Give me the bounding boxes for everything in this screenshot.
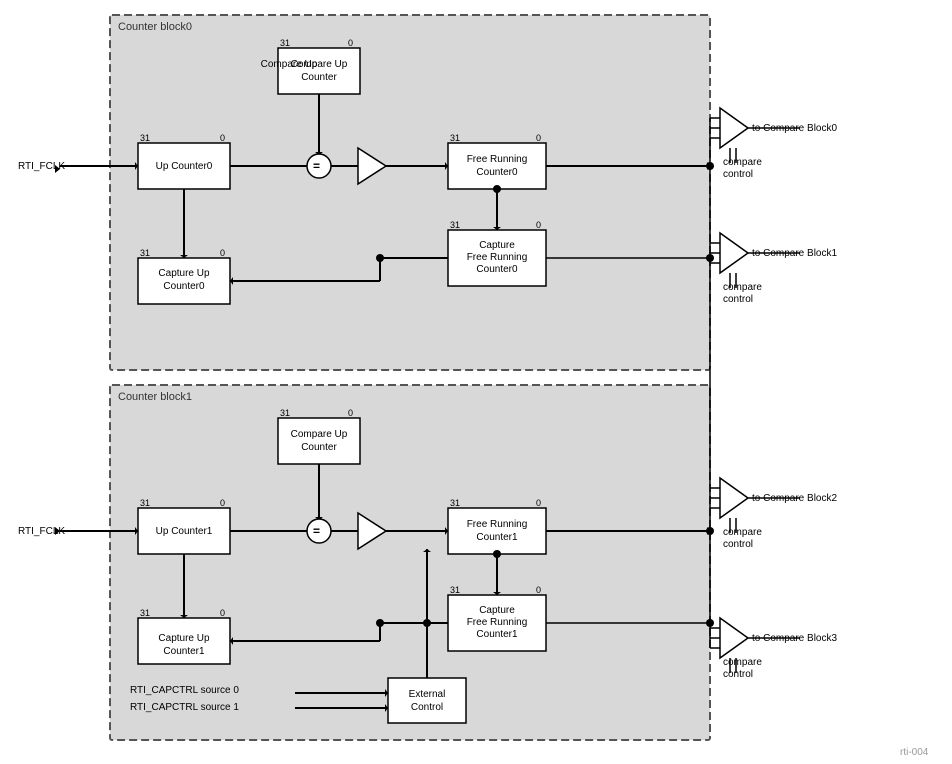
svg-text:0: 0 xyxy=(220,133,225,143)
svg-text:31: 31 xyxy=(280,408,290,418)
svg-text:Up Counter0: Up Counter0 xyxy=(156,161,213,172)
svg-text:control: control xyxy=(723,294,753,305)
svg-text:Free Running: Free Running xyxy=(467,252,528,263)
svg-text:Counter1: Counter1 xyxy=(163,646,205,657)
svg-text:Free Running: Free Running xyxy=(467,154,528,165)
svg-text:0: 0 xyxy=(536,498,541,508)
svg-text:Capture Up: Capture Up xyxy=(158,268,210,279)
svg-text:31: 31 xyxy=(450,133,460,143)
svg-text:0: 0 xyxy=(220,248,225,258)
svg-text:31: 31 xyxy=(450,220,460,230)
svg-text:Compare Up: Compare Up xyxy=(291,59,348,70)
svg-text:=: = xyxy=(313,524,320,538)
svg-text:Free Running: Free Running xyxy=(467,617,528,628)
svg-text:31: 31 xyxy=(140,248,150,258)
svg-text:Control: Control xyxy=(411,702,443,713)
svg-text:RTI_FCLK: RTI_FCLK xyxy=(18,161,65,172)
svg-text:Capture: Capture xyxy=(479,605,515,616)
svg-text:0: 0 xyxy=(536,585,541,595)
svg-text:control: control xyxy=(723,169,753,180)
svg-text:31: 31 xyxy=(140,133,150,143)
svg-text:0: 0 xyxy=(536,133,541,143)
svg-text:to Compare Block3: to Compare Block3 xyxy=(752,633,837,644)
svg-text:Counter0: Counter0 xyxy=(476,264,518,275)
svg-text:31: 31 xyxy=(280,38,290,48)
connections-svg: 31 0 31 0 31 0 31 0 31 0 = xyxy=(0,0,952,764)
svg-text:Counter1: Counter1 xyxy=(476,532,518,543)
svg-text:to Compare Block2: to Compare Block2 xyxy=(752,493,837,504)
svg-text:control: control xyxy=(723,539,753,550)
svg-text:Capture Up: Capture Up xyxy=(158,633,210,644)
svg-text:0: 0 xyxy=(220,498,225,508)
svg-text:Counter: Counter xyxy=(301,72,337,83)
svg-text:31: 31 xyxy=(140,498,150,508)
svg-text:Counter0: Counter0 xyxy=(163,281,205,292)
svg-text:31: 31 xyxy=(450,585,460,595)
svg-text:Counter: Counter xyxy=(301,442,337,453)
svg-text:control: control xyxy=(723,669,753,680)
svg-text:RTI_FCLK: RTI_FCLK xyxy=(18,526,65,537)
svg-text:External: External xyxy=(409,689,446,700)
svg-text:0: 0 xyxy=(220,608,225,618)
svg-text:RTI_CAPCTRL source 0: RTI_CAPCTRL source 0 xyxy=(130,685,239,696)
svg-text:Capture: Capture xyxy=(479,240,515,251)
svg-text:31: 31 xyxy=(450,498,460,508)
svg-text:0: 0 xyxy=(348,408,353,418)
svg-text:compare: compare xyxy=(723,157,762,168)
svg-text:Counter block1: Counter block1 xyxy=(118,391,192,403)
svg-text:Counter1: Counter1 xyxy=(476,629,518,640)
diagram-container: 31 0 31 0 31 0 31 0 31 0 = xyxy=(0,0,952,764)
svg-text:0: 0 xyxy=(348,38,353,48)
svg-text:rti-004: rti-004 xyxy=(900,747,929,758)
svg-text:31: 31 xyxy=(140,608,150,618)
svg-text:Compare Up: Compare Up xyxy=(291,429,348,440)
svg-text:to Compare Block1: to Compare Block1 xyxy=(752,248,837,259)
svg-text:Compare Up: Compare Up xyxy=(261,59,318,70)
svg-text:to Compare Block0: to Compare Block0 xyxy=(752,123,837,134)
svg-text:Counter block0: Counter block0 xyxy=(118,21,192,33)
svg-text:0: 0 xyxy=(536,220,541,230)
svg-text:RTI_CAPCTRL source 1: RTI_CAPCTRL source 1 xyxy=(130,702,239,713)
svg-text:Free Running: Free Running xyxy=(467,519,528,530)
svg-text:Up Counter1: Up Counter1 xyxy=(156,526,213,537)
svg-text:compare: compare xyxy=(723,282,762,293)
svg-text:=: = xyxy=(313,159,320,173)
svg-text:compare: compare xyxy=(723,527,762,538)
svg-text:Counter0: Counter0 xyxy=(476,167,518,178)
svg-text:compare: compare xyxy=(723,657,762,668)
